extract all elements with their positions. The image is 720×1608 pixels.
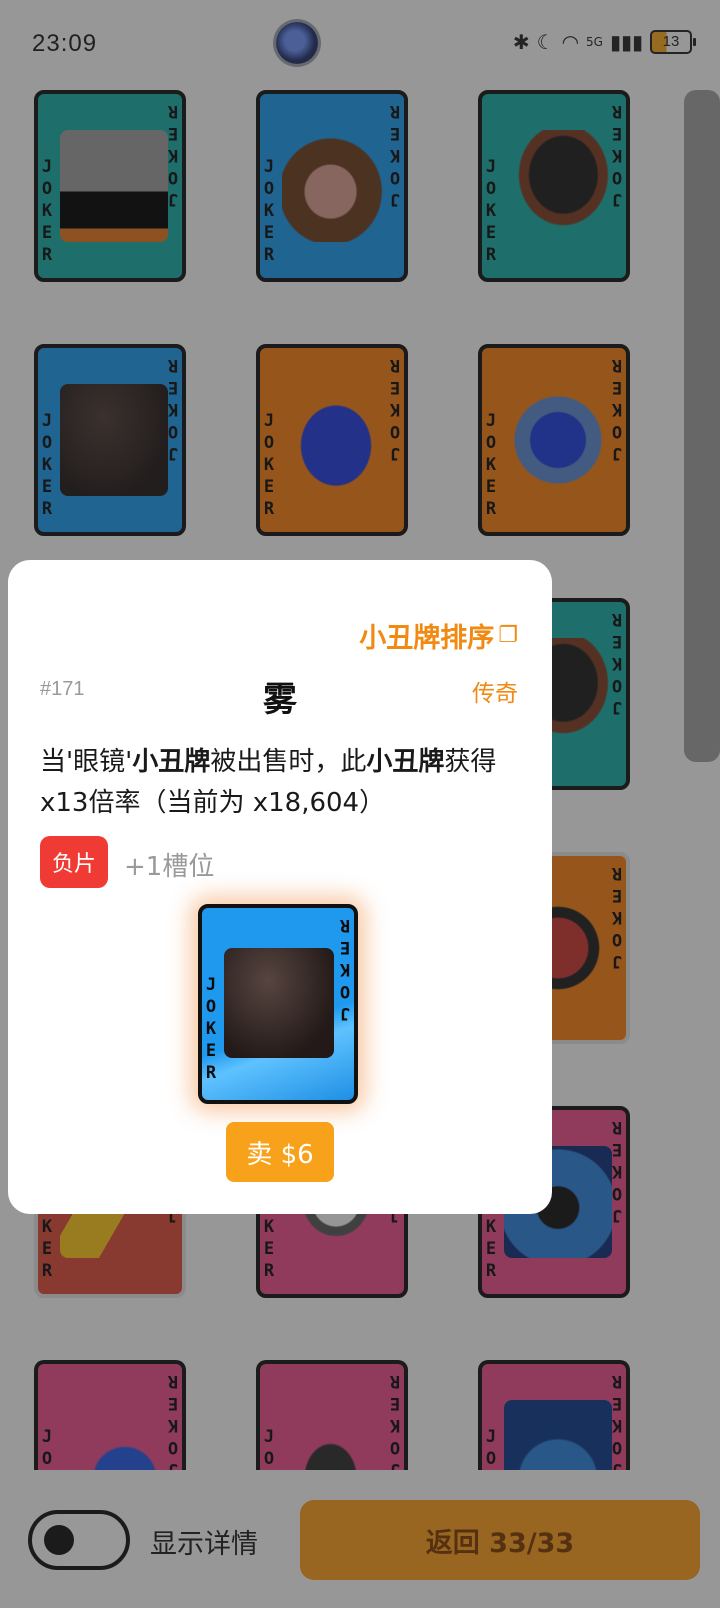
cards-icon: ❐ bbox=[498, 623, 518, 648]
card-joker-text-left: J O K E R bbox=[205, 975, 217, 1083]
negative-edition-badge: 负片 bbox=[40, 836, 108, 888]
desc-text: 当'眼镜' bbox=[40, 747, 133, 777]
card-name: 雾 bbox=[263, 680, 297, 720]
card-description: 当'眼镜'小丑牌被出售时，此小丑牌获得 x13倍率（当前为 x18,604） bbox=[40, 742, 520, 824]
sell-button[interactable]: 卖 $6 bbox=[226, 1122, 334, 1182]
card-detail-modal: 小丑牌排序 ❐ #171 雾 传奇 当'眼镜'小丑牌被出售时，此小丑牌获得 x1… bbox=[8, 560, 552, 1214]
joker-sort-link[interactable]: 小丑牌排序 ❐ bbox=[359, 616, 518, 655]
card-joker-text-right: J O K E R bbox=[339, 915, 351, 1023]
card-preview: J O K E R J O K E R bbox=[198, 904, 358, 1104]
desc-bold: 小丑牌 bbox=[132, 747, 211, 777]
desc-bold: 小丑牌 bbox=[366, 747, 445, 777]
joker-sort-label: 小丑牌排序 bbox=[359, 623, 495, 654]
fog-art bbox=[224, 948, 334, 1058]
slot-bonus-text: +1槽位 bbox=[124, 852, 215, 882]
rarity-label: 传奇 bbox=[472, 681, 518, 707]
desc-text: 被出售时，此 bbox=[210, 747, 367, 777]
